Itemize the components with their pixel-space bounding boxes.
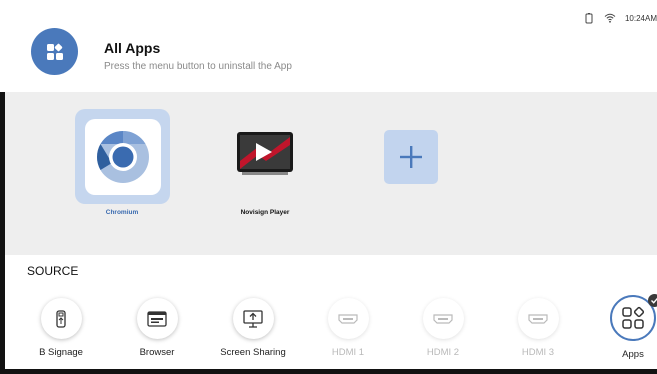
- source-label: B Signage: [39, 347, 83, 358]
- source-title: SOURCE: [27, 264, 79, 278]
- app-label-novisign-player: Novisign Player: [240, 209, 290, 216]
- source-label: Browser: [139, 347, 175, 358]
- source-hdmi-2[interactable]: HDMI 2: [398, 298, 488, 358]
- source-apps[interactable]: Apps: [588, 294, 657, 360]
- app-label-chromium: Chromium: [105, 209, 139, 216]
- status-time: 10:24AM: [624, 13, 657, 23]
- header: All Apps Press the menu button to uninst…: [0, 0, 657, 92]
- source-screen-sharing[interactable]: Screen Sharing: [208, 298, 298, 358]
- apps-grid-icon: [31, 28, 78, 75]
- add-app-button[interactable]: [384, 130, 438, 184]
- hdmi-icon: [528, 313, 548, 324]
- source-label: HDMI 3: [521, 347, 555, 358]
- apps-panel: Chromium Novisign Player: [5, 92, 657, 255]
- app-novisign-player[interactable]: [217, 109, 312, 204]
- source-hdmi-3[interactable]: HDMI 3: [493, 298, 583, 358]
- status-bar: 10:24AM: [583, 10, 657, 26]
- screen-share-icon: [243, 309, 263, 328]
- source-label: Apps: [622, 349, 644, 360]
- app-chromium[interactable]: [75, 109, 170, 204]
- sim-icon: [583, 12, 595, 24]
- browser-icon: [147, 310, 167, 327]
- source-label: HDMI 1: [331, 347, 365, 358]
- wifi-icon: [604, 12, 616, 24]
- source-label: Screen Sharing: [220, 347, 286, 358]
- page-subtitle: Press the menu button to uninstall the A…: [104, 61, 292, 72]
- check-icon: [648, 294, 657, 307]
- chromium-icon: [84, 118, 161, 195]
- add-icon: [400, 146, 422, 168]
- apps-icon: [622, 306, 645, 329]
- page-title: All Apps: [104, 40, 161, 56]
- source-browser[interactable]: Browser: [112, 298, 202, 358]
- hdmi-icon: [338, 313, 358, 324]
- usb-icon: [56, 309, 66, 328]
- source-b-signage[interactable]: B Signage: [16, 298, 106, 358]
- novisign-player-icon: [236, 131, 294, 182]
- source-label: HDMI 2: [426, 347, 460, 358]
- source-hdmi-1[interactable]: HDMI 1: [303, 298, 393, 358]
- hdmi-icon: [433, 313, 453, 324]
